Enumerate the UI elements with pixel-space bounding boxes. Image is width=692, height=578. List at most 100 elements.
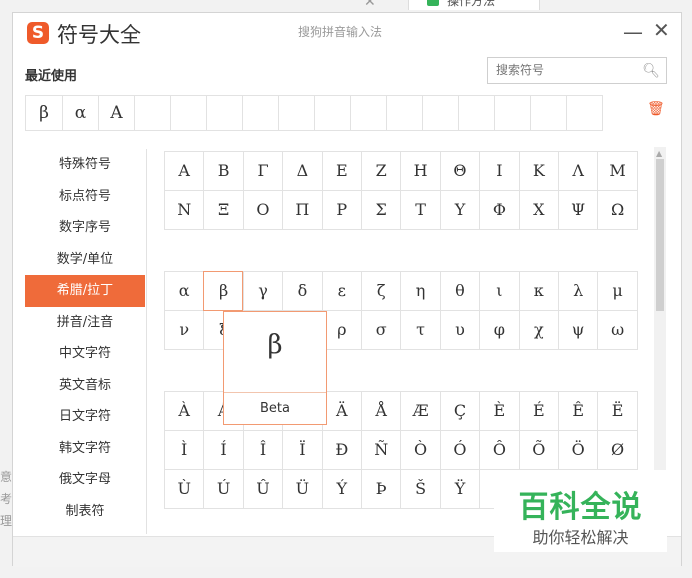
symbol-cell[interactable]: Ζ — [362, 152, 402, 191]
symbol-cell[interactable]: Ε — [322, 152, 362, 191]
sidebar-category-item[interactable]: 俄文字母 — [25, 464, 145, 496]
symbol-cell[interactable]: Κ — [519, 152, 559, 191]
symbol-cell[interactable]: Ó — [440, 431, 481, 470]
symbol-cell[interactable]: Η — [401, 152, 441, 191]
symbol-cell[interactable]: Μ — [598, 152, 638, 191]
recent-symbol-cell[interactable] — [386, 96, 422, 130]
symbol-cell[interactable]: Û — [243, 470, 284, 509]
symbol-cell[interactable]: Δ — [283, 152, 323, 191]
sidebar-category-item[interactable]: 英文音标 — [25, 370, 145, 402]
recent-symbol-cell[interactable] — [242, 96, 278, 130]
sidebar-category-item[interactable]: 中文字符 — [25, 338, 145, 370]
symbol-cell[interactable]: Ÿ — [440, 470, 481, 509]
symbol-cell[interactable]: δ — [283, 272, 323, 311]
symbol-cell[interactable]: Χ — [519, 191, 559, 230]
symbol-cell[interactable]: Ø — [598, 431, 638, 470]
symbol-cell[interactable]: χ — [519, 311, 559, 350]
symbol-cell[interactable]: Ë — [598, 392, 638, 431]
symbol-cell[interactable]: Ν — [165, 191, 205, 230]
symbol-cell[interactable]: Ï — [283, 431, 323, 470]
symbol-cell[interactable]: Ê — [559, 392, 599, 431]
symbol-cell[interactable]: ζ — [362, 272, 402, 311]
recent-symbol-cell[interactable] — [350, 96, 386, 130]
symbol-cell[interactable]: Þ — [362, 470, 402, 509]
symbol-cell[interactable]: Ò — [401, 431, 441, 470]
recent-symbol-cell[interactable]: α — [62, 96, 98, 130]
symbol-cell[interactable]: Ι — [480, 152, 520, 191]
scrollbar-thumb[interactable] — [656, 159, 664, 311]
recent-symbol-cell[interactable] — [494, 96, 530, 130]
symbol-cell[interactable]: Ý — [322, 470, 362, 509]
symbol-cell[interactable]: Ψ — [559, 191, 599, 230]
symbol-cell[interactable]: ω — [598, 311, 638, 350]
symbol-cell[interactable]: Ù — [165, 470, 205, 509]
symbol-cell[interactable]: Β — [204, 152, 244, 191]
symbol-cell[interactable]: ε — [322, 272, 362, 311]
symbol-cell[interactable]: Ω — [598, 191, 638, 230]
symbol-cell[interactable]: Å — [362, 392, 402, 431]
symbol-cell[interactable]: Ñ — [362, 431, 402, 470]
symbol-cell[interactable]: θ — [440, 272, 481, 311]
symbol-cell[interactable]: Υ — [440, 191, 481, 230]
symbol-cell[interactable]: Æ — [401, 392, 441, 431]
recent-symbol-cell[interactable] — [458, 96, 494, 130]
symbol-cell[interactable]: Ρ — [322, 191, 362, 230]
trash-icon[interactable]: 🗑︎ — [647, 101, 665, 117]
search-input[interactable] — [494, 62, 638, 78]
symbol-cell[interactable]: Τ — [401, 191, 441, 230]
symbol-cell[interactable]: κ — [519, 272, 559, 311]
search-icon[interactable]: 🔍︎ — [642, 63, 660, 79]
recent-symbol-cell[interactable] — [170, 96, 206, 130]
symbol-cell[interactable]: Î — [243, 431, 284, 470]
symbol-cell[interactable]: Σ — [362, 191, 402, 230]
symbol-cell[interactable]: ρ — [322, 311, 362, 350]
close-button[interactable]: ✕ — [653, 18, 670, 42]
symbol-cell[interactable]: À — [165, 392, 205, 431]
symbol-cell[interactable]: φ — [480, 311, 520, 350]
symbol-cell[interactable]: É — [519, 392, 559, 431]
symbol-cell[interactable]: γ — [243, 272, 284, 311]
symbol-cell[interactable]: Õ — [519, 431, 559, 470]
symbol-cell[interactable]: Λ — [559, 152, 599, 191]
symbol-cell[interactable]: È — [480, 392, 520, 431]
symbol-cell[interactable]: λ — [559, 272, 599, 311]
recent-symbol-cell[interactable] — [314, 96, 350, 130]
recent-symbol-cell[interactable]: β — [26, 96, 62, 130]
symbol-cell[interactable]: ι — [480, 272, 520, 311]
symbol-cell[interactable]: Ð — [322, 431, 362, 470]
recent-symbol-cell[interactable] — [206, 96, 242, 130]
symbol-cell[interactable]: Ç — [440, 392, 481, 431]
sidebar-category-item[interactable]: 希腊/拉丁 — [25, 275, 145, 307]
symbol-cell[interactable]: Ô — [480, 431, 520, 470]
symbol-cell[interactable]: τ — [401, 311, 441, 350]
symbol-cell[interactable]: Š — [401, 470, 441, 509]
symbol-cell[interactable]: η — [401, 272, 441, 311]
symbol-cell[interactable]: Π — [283, 191, 323, 230]
sidebar-category-item[interactable]: 韩文字符 — [25, 433, 145, 465]
recent-symbol-cell[interactable] — [278, 96, 314, 130]
symbol-cell[interactable]: Ö — [559, 431, 599, 470]
symbol-cell[interactable]: Ξ — [204, 191, 244, 230]
sidebar-category-item[interactable]: 制表符 — [25, 496, 145, 528]
symbol-cell[interactable]: ν — [165, 311, 205, 350]
sidebar-category-item[interactable]: 标点符号 — [25, 181, 145, 213]
symbol-cell[interactable]: υ — [440, 311, 481, 350]
scroll-up-arrow-icon[interactable]: ▲ — [656, 149, 662, 158]
symbol-cell[interactable]: Α — [165, 152, 205, 191]
symbol-cell[interactable]: Γ — [243, 152, 284, 191]
sidebar-category-item[interactable]: 拼音/注音 — [25, 307, 145, 339]
recent-symbol-cell[interactable] — [422, 96, 458, 130]
sidebar-category-item[interactable]: 数学/单位 — [25, 244, 145, 276]
symbol-cell[interactable]: Ì — [165, 431, 205, 470]
recent-symbol-cell[interactable]: A — [98, 96, 134, 130]
symbol-cell[interactable]: α — [165, 272, 205, 311]
symbol-cell[interactable]: Ο — [243, 191, 284, 230]
sidebar-category-item[interactable]: 特殊符号 — [25, 149, 145, 181]
recent-symbol-cell[interactable] — [566, 96, 602, 130]
sidebar-category-item[interactable]: 数字序号 — [25, 212, 145, 244]
symbol-cell[interactable]: μ — [598, 272, 638, 311]
symbol-cell[interactable]: Í — [204, 431, 244, 470]
sidebar-category-item[interactable]: 日文字符 — [25, 401, 145, 433]
symbol-cell[interactable]: Ä — [322, 392, 362, 431]
symbol-cell[interactable]: σ — [362, 311, 402, 350]
